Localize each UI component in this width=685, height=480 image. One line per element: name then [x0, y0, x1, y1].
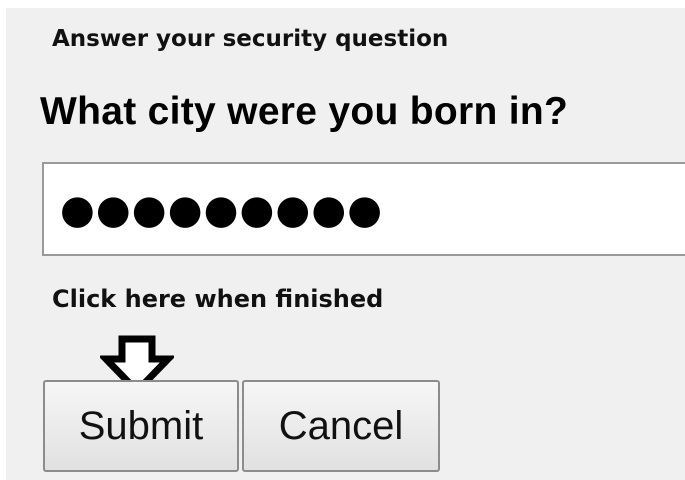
instruction-label: Click here when finished: [52, 285, 384, 313]
submit-button[interactable]: Submit: [43, 380, 239, 472]
dialog-title: Answer your security question: [52, 26, 449, 52]
answer-field[interactable]: ●●●●●●●●●: [42, 162, 685, 256]
security-question: What city were you born in?: [40, 90, 569, 133]
cancel-button[interactable]: Cancel: [242, 380, 440, 472]
